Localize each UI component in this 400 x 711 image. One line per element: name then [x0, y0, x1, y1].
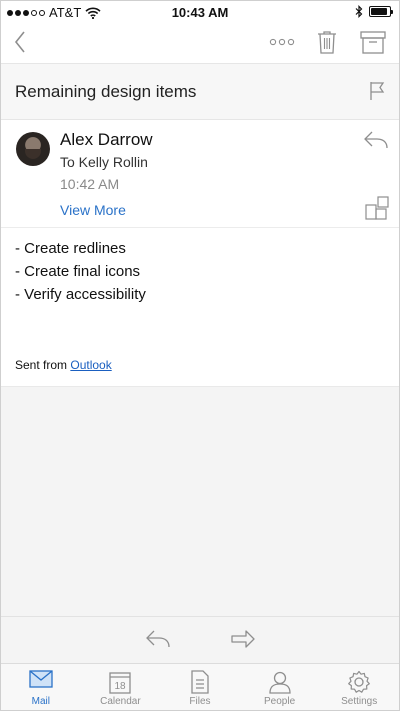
delete-button[interactable] — [313, 27, 341, 57]
tab-label: Settings — [341, 696, 378, 707]
tab-calendar[interactable]: 18 Calendar — [81, 664, 161, 710]
addins-grid-icon — [365, 196, 389, 220]
tab-people[interactable]: People — [240, 664, 320, 710]
battery-fill — [371, 8, 388, 15]
outlook-link[interactable]: Outlook — [70, 358, 111, 372]
chevron-left-icon — [14, 31, 25, 53]
files-icon — [191, 670, 209, 694]
body-line: - Create final icons — [15, 263, 141, 280]
signature-prefix: Sent from — [15, 358, 71, 372]
trash-icon — [318, 31, 336, 54]
mail-icon — [29, 670, 53, 688]
recipient-line: To Kelly Rollin — [60, 154, 148, 170]
flag-button[interactable] — [369, 81, 385, 106]
sender-name[interactable]: Alex Darrow — [60, 130, 153, 150]
archive-icon — [360, 31, 386, 54]
subject-bar: Remaining design items — [1, 63, 399, 120]
settings-icon — [348, 670, 371, 693]
message-body: - Create redlines - Create final icons -… — [1, 228, 399, 386]
tab-label: Mail — [31, 696, 50, 707]
tab-label: Files — [189, 696, 211, 707]
empty-area — [1, 386, 399, 616]
tab-settings[interactable]: Settings — [319, 664, 399, 710]
email-subject: Remaining design items — [15, 82, 197, 101]
message-nav-bar — [1, 616, 399, 663]
tab-label: People — [264, 696, 296, 707]
sent-time: 10:42 AM — [60, 176, 120, 192]
message-toolbar — [1, 23, 399, 63]
body-line: - Verify accessibility — [15, 286, 146, 303]
archive-button[interactable] — [357, 27, 389, 57]
reply-bottom-button[interactable] — [145, 628, 171, 655]
bluetooth-icon — [355, 5, 363, 18]
tab-mail[interactable]: Mail — [1, 664, 81, 710]
signature: Sent from Outlook — [15, 358, 112, 372]
body-line: - Create redlines — [15, 240, 126, 257]
forward-arrow-icon — [231, 630, 255, 648]
sender-avatar[interactable] — [16, 132, 50, 166]
status-right — [355, 5, 393, 18]
tab-files[interactable]: Files — [160, 664, 240, 710]
view-more-link[interactable]: View More — [60, 202, 126, 218]
clock-time: 10:43 AM — [171, 5, 229, 20]
status-bar: AT&T 10:43 AM — [1, 1, 399, 23]
people-icon — [268, 671, 291, 694]
calendar-icon: 18 — [109, 672, 132, 694]
reply-button[interactable] — [363, 130, 389, 155]
more-icon — [269, 38, 295, 46]
more-button[interactable] — [265, 27, 299, 57]
tab-label: Calendar — [100, 696, 141, 707]
reply-icon — [146, 630, 170, 648]
addins-button[interactable] — [365, 196, 389, 225]
email-view-screen: AT&T 10:43 AM Remaining design items Ale… — [0, 0, 400, 711]
back-button[interactable] — [9, 27, 31, 57]
reply-icon — [364, 131, 388, 149]
forward-button[interactable] — [230, 628, 256, 655]
tab-bar: Mail 18 Calendar Files People Settings — [1, 663, 399, 710]
calendar-date: 18 — [115, 681, 127, 692]
flag-icon — [370, 82, 385, 100]
battery-icon — [369, 6, 393, 17]
message-header: Alex Darrow To Kelly Rollin 10:42 AM Vie… — [1, 120, 399, 228]
